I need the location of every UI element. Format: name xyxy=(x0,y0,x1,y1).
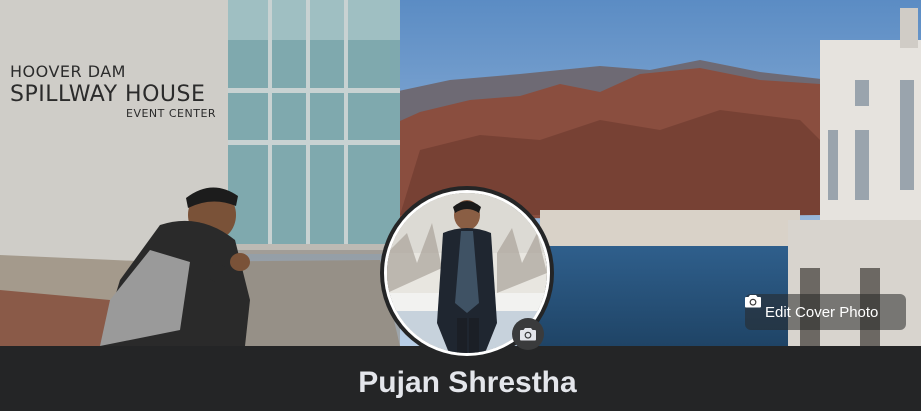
profile-name: Pujan Shrestha xyxy=(358,366,577,399)
camera-icon xyxy=(520,328,536,341)
building-sign: HOOVER DAM SPILLWAY HOUSE EVENT CENTER xyxy=(10,62,217,120)
building-sign-line2: SPILLWAY HOUSE xyxy=(10,82,206,107)
building-sign-line1: HOOVER DAM xyxy=(10,62,126,81)
edit-cover-photo-label: Edit Cover Photo xyxy=(765,303,879,321)
update-profile-picture-button[interactable] xyxy=(512,318,544,350)
edit-cover-photo-button[interactable]: Edit Cover Photo xyxy=(745,294,906,330)
building-sign-line3: EVENT CENTER xyxy=(126,107,217,120)
